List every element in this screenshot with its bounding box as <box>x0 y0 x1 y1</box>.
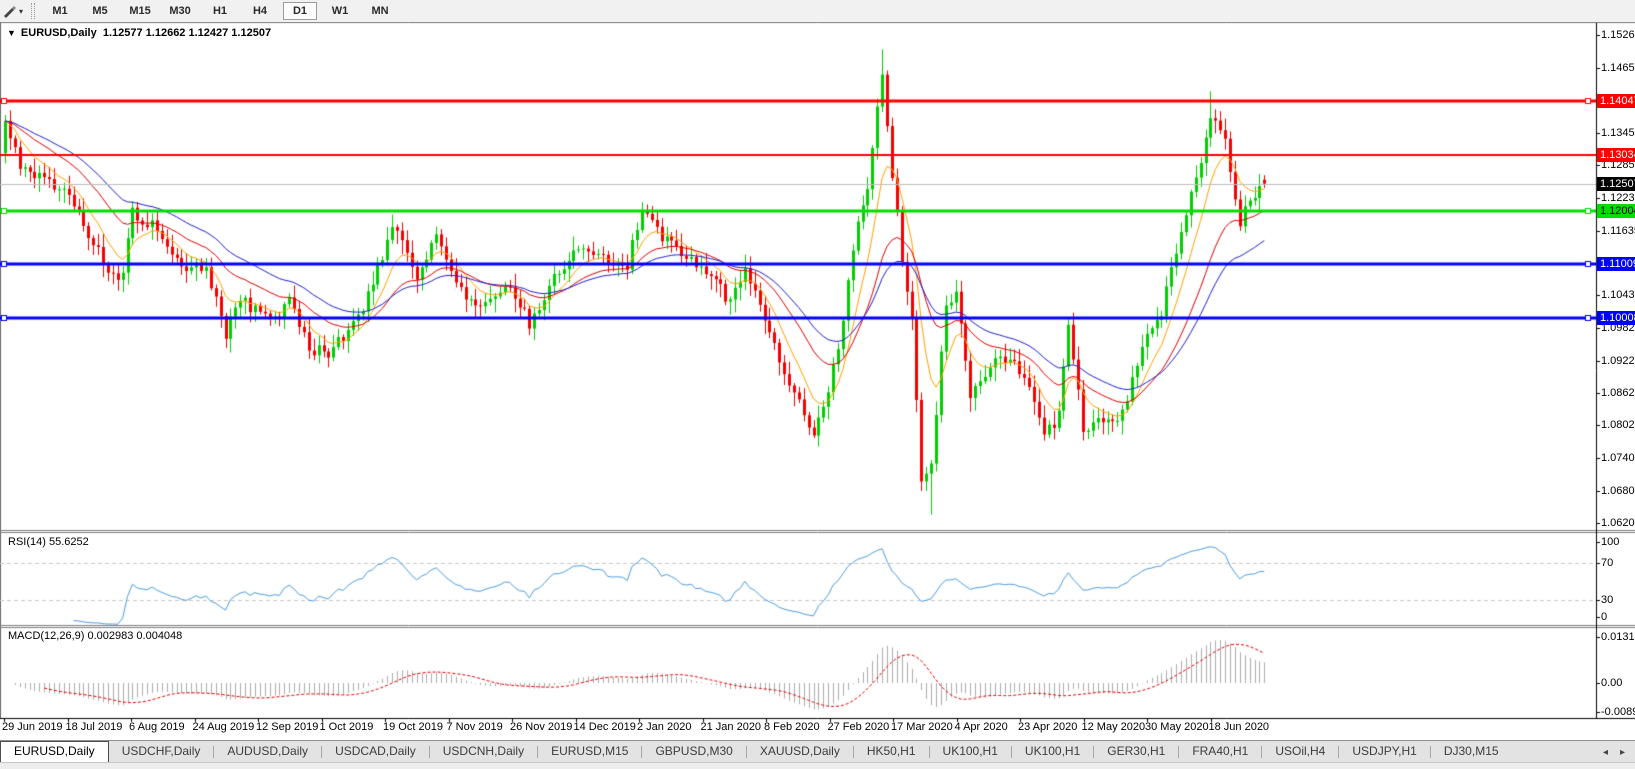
trading-terminal-window: ▾ M1 M5 M15 M30 H1 H4 D1 W1 MN ▼ EURUSD,Daily 1.1… <box>0 0 1635 769</box>
time-axis-label: 30 May 2020 <box>1145 721 1209 733</box>
price-chart-canvas[interactable] <box>0 0 1635 769</box>
price-axis-tick-label: 1.09220 <box>1601 354 1635 367</box>
price-level-badge: 1.11009 <box>1597 257 1635 272</box>
crosshair-pencil-icon <box>4 6 16 18</box>
chart-tab-gbpusd-m30[interactable]: GBPUSD,M30 <box>642 741 745 763</box>
price-axis-tick-label: 1.06205 <box>1601 516 1635 529</box>
time-axis-label: 1 Oct 2019 <box>319 721 374 733</box>
time-axis-label: 4 Apr 2020 <box>954 721 1008 733</box>
chart-tab-usoil-h4[interactable]: USOil,H4 <box>1262 741 1338 763</box>
price-axis-tick-label: 1.08020 <box>1601 419 1635 432</box>
timeframe-button-m15[interactable]: M15 <box>123 2 157 20</box>
time-axis-label: 29 Jun 2019 <box>2 721 63 733</box>
chart-tab-usdjpy-h1[interactable]: USDJPY,H1 <box>1339 741 1429 763</box>
time-axis-label: 14 Dec 2019 <box>573 721 636 733</box>
toolbar-grip <box>31 3 36 19</box>
tab-scroll-arrows: ◂ ▸ <box>1603 741 1635 763</box>
chart-symbol-label: EURUSD,Daily <box>20 27 97 39</box>
chart-tab-ger30-h1[interactable]: GER30,H1 <box>1094 741 1178 763</box>
rsi-indicator-label: RSI(14) 55.6252 <box>8 536 89 548</box>
chart-tab-usdcnh-daily[interactable]: USDCNH,Daily <box>430 741 537 763</box>
time-axis-label: 12 Sep 2019 <box>256 721 319 733</box>
price-level-badge: 1.10008 <box>1597 311 1635 326</box>
rsi-axis-label: 70 <box>1601 557 1614 569</box>
price-axis-tick-label: 1.08620 <box>1601 386 1635 399</box>
timeframe-button-mn[interactable]: MN <box>363 2 397 20</box>
chart-tab-fra40-h1[interactable]: FRA40,H1 <box>1179 741 1261 763</box>
timeframe-button-m5[interactable]: M5 <box>83 2 117 20</box>
chart-tab-xauusd-daily[interactable]: XAUUSD,Daily <box>747 741 853 763</box>
time-axis-label: 17 Mar 2020 <box>891 721 953 733</box>
rsi-axis-label: 0 <box>1601 611 1608 623</box>
price-level-badge: 1.12004 <box>1597 203 1635 218</box>
price-level-badge: 1.14047 <box>1597 93 1635 108</box>
price-axis-tick-label: 1.12235 <box>1601 192 1635 205</box>
price-axis-tick-label: 1.11635 <box>1601 224 1635 237</box>
timeframe-button-d1[interactable]: D1 <box>283 2 318 20</box>
chart-tab-eurusd-daily[interactable]: EURUSD,Daily <box>0 741 109 763</box>
price-axis-tick-label: 1.10435 <box>1601 289 1635 302</box>
chart-tab-uk100-h1[interactable]: UK100,H1 <box>1012 741 1093 763</box>
timeframe-toolbar: ▾ M1 M5 M15 M30 H1 H4 D1 W1 MN <box>0 0 1635 22</box>
time-axis-label: 21 Jan 2020 <box>700 721 762 733</box>
price-axis-tick-label: 1.06805 <box>1601 484 1635 497</box>
chart-ohlc-values: 1.12577 1.12662 1.12427 1.12507 <box>102 27 272 39</box>
time-axis-label: 2 Jan 2020 <box>637 721 692 733</box>
current-price-badge: 1.12507 <box>1597 176 1635 191</box>
time-axis-label: 19 Oct 2019 <box>383 721 443 733</box>
tab-scroll-strip[interactable] <box>0 762 1635 769</box>
timeframe-button-m1[interactable]: M1 <box>43 2 77 20</box>
collapse-icon[interactable]: ▼ <box>7 28 16 38</box>
timeframe-buttons: M1 M5 M15 M30 H1 H4 D1 W1 MN <box>43 2 397 20</box>
price-axis-tick-label: 1.13450 <box>1601 126 1635 139</box>
macd-indicator-label: MACD(12,26,9) 0.002983 0.004048 <box>8 630 183 642</box>
price-level-badge: 1.13034 <box>1597 148 1635 163</box>
time-axis-label: 18 Jun 2020 <box>1208 721 1270 733</box>
tab-scroll-right-icon[interactable]: ▸ <box>1620 747 1625 758</box>
chart-tab-hk50-h1[interactable]: HK50,H1 <box>854 741 929 763</box>
rsi-axis-label: 100 <box>1601 536 1620 548</box>
time-axis-label: 24 Aug 2019 <box>192 721 255 733</box>
chart-tab-uk100-h1[interactable]: UK100,H1 <box>930 741 1011 763</box>
chart-tab-audusd-daily[interactable]: AUDUSD,Daily <box>214 741 321 763</box>
chart-tab-usdcad-daily[interactable]: USDCAD,Daily <box>322 741 429 763</box>
time-axis-label: 8 Feb 2020 <box>764 721 820 733</box>
time-axis-label: 12 May 2020 <box>1081 721 1146 733</box>
chart-tab-bar: EURUSD,Daily USDCHF,Daily AUDUSD,Daily USDC… <box>0 740 1635 763</box>
macd-axis-label: 0.00 <box>1601 677 1623 689</box>
chart-tab-usdchf-daily[interactable]: USDCHF,Daily <box>109 741 214 763</box>
time-axis-label: 26 Nov 2019 <box>510 721 573 733</box>
time-axis-label: 6 Aug 2019 <box>129 721 185 733</box>
chart-tab-eurusd-m15[interactable]: EURUSD,M15 <box>538 741 641 763</box>
timeframe-button-w1[interactable]: W1 <box>323 2 357 20</box>
time-axis-label: 27 Feb 2020 <box>827 721 890 733</box>
time-axis-label: 23 Apr 2020 <box>1018 721 1078 733</box>
drawing-tool-button[interactable]: ▾ <box>0 4 27 18</box>
macd-axis-label: 0.013121 <box>1601 630 1635 643</box>
chevron-down-icon: ▾ <box>19 6 24 16</box>
timeframe-button-h1[interactable]: H1 <box>203 2 237 20</box>
chart-title: ▼ EURUSD,Daily 1.12577 1.12662 1.12427 1.… <box>7 27 271 39</box>
time-axis-label: 18 Jul 2019 <box>65 721 123 733</box>
time-axis-label: 7 Nov 2019 <box>446 721 503 733</box>
price-axis-tick-label: 1.15265 <box>1601 29 1635 41</box>
price-axis-tick-label: 1.07405 <box>1601 452 1635 465</box>
chart-tab-dj30-m15[interactable]: DJ30,M15 <box>1431 741 1512 763</box>
price-axis-tick-label: 1.14650 <box>1601 62 1635 75</box>
rsi-axis-label: 30 <box>1601 594 1614 606</box>
timeframe-button-m30[interactable]: M30 <box>163 2 197 20</box>
timeframe-button-h4[interactable]: H4 <box>243 2 277 20</box>
tab-scroll-left-icon[interactable]: ◂ <box>1603 747 1608 758</box>
macd-axis-label: -0.00893 <box>1601 706 1635 718</box>
